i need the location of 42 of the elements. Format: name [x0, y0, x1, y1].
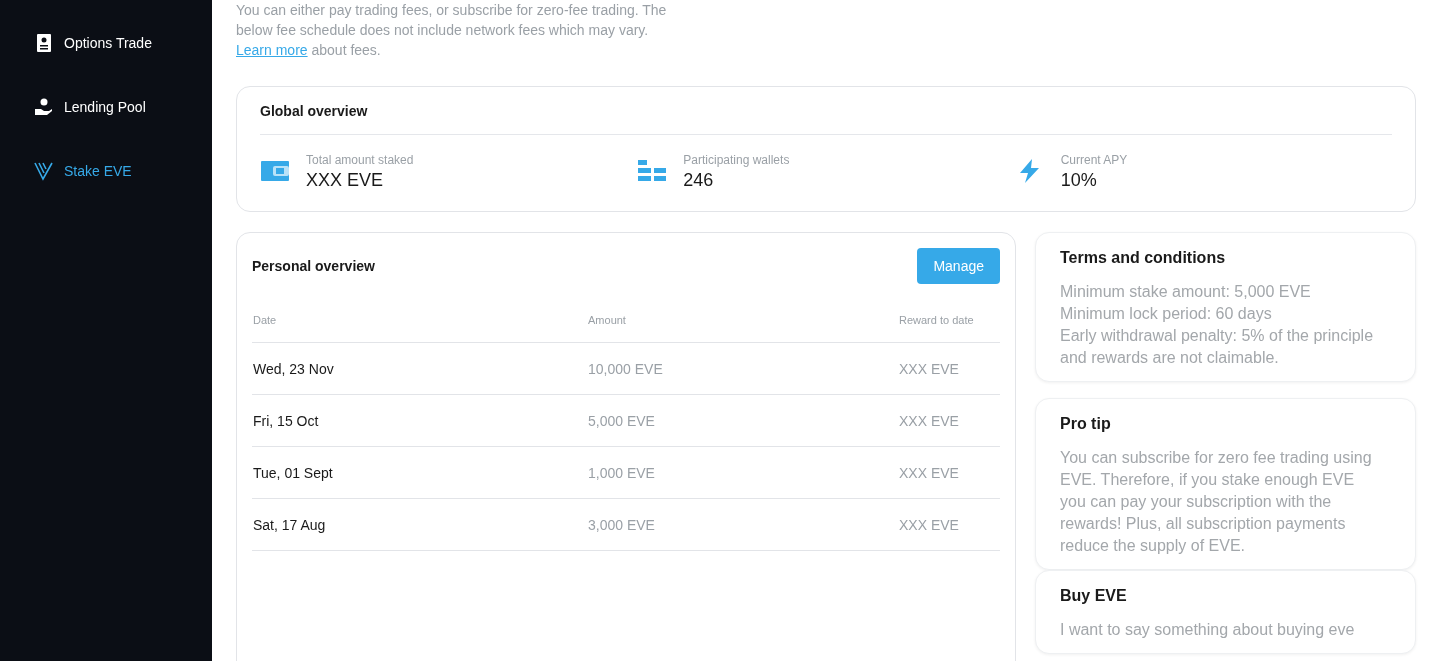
- column-header: Reward to date: [898, 298, 1000, 343]
- column-header: Date: [252, 298, 587, 343]
- stat-value: 246: [683, 170, 715, 191]
- table-cell: 10,000 EVE: [587, 342, 898, 395]
- intro-text: below fee schedule does not include network fees which may vary.: [236, 21, 650, 40]
- card-title: Pro tip: [1060, 415, 1112, 433]
- card-text: You can subscribe for zero fee trading using EVE. Therefore, if you stake enough EVE you can pay your subscription with the rewards! Plus, all subscription payments reduce the supply of EVE.: [1060, 448, 1373, 556]
- sidebar-item[interactable]: Stake EVE: [0, 158, 212, 183]
- card-text: I want to say something about buying eve: [1060, 620, 1356, 640]
- intro-text: about fees.: [310, 42, 381, 58]
- table-cell: 1,000 EVE: [587, 446, 898, 499]
- card-title: Buy EVE: [1060, 587, 1128, 605]
- table-cell: XXX EVE: [898, 342, 1000, 395]
- table-cell: 5,000 EVE: [587, 394, 898, 447]
- card-text: Minimum stake amount: 5,000 EVE: [1060, 282, 1312, 302]
- sidebar-item[interactable]: Lending Pool: [0, 94, 212, 119]
- stat-value: 10%: [1060, 170, 1098, 191]
- card-title: Personal overview: [252, 258, 375, 274]
- table-cell: XXX EVE: [898, 498, 1000, 551]
- intro-text: You can either pay trading fees, or subscribe for zero-fee trading. The: [236, 1, 668, 20]
- table-cell: Tue, 01 Sept: [252, 446, 587, 499]
- table-cell: 3,000 EVE: [587, 498, 898, 551]
- sidebar-item[interactable]: Options Trade: [0, 30, 212, 55]
- hand-coin-icon[interactable]: [34, 96, 54, 117]
- table-cell: Wed, 23 Nov: [252, 342, 587, 395]
- card-title: Global overview: [260, 103, 369, 119]
- table-cell: XXX EVE: [898, 446, 1000, 499]
- table-cell: Sat, 17 Aug: [252, 498, 587, 551]
- card-title: Terms and conditions: [1060, 249, 1227, 267]
- id-card-icon[interactable]: [34, 32, 54, 53]
- table-cell: Fri, 15 Oct: [252, 394, 587, 447]
- stat-label: Current APY: [1060, 153, 1128, 167]
- v-logo-icon[interactable]: [34, 160, 54, 181]
- card-text: Minimum lock period: 60 days: [1060, 304, 1273, 324]
- stat-label: Participating wallets: [683, 153, 790, 167]
- column-header: Amount: [587, 298, 898, 343]
- stat-value: XXX EVE: [306, 170, 385, 191]
- table-cell: XXX EVE: [898, 394, 1000, 447]
- list-bars-icon: [637, 158, 668, 184]
- wallet-icon: [260, 158, 290, 184]
- card-text: Early withdrawal penalty: 5% of the principle and rewards are not claimable.: [1060, 326, 1375, 368]
- stat-label: Total amount staked: [306, 153, 414, 167]
